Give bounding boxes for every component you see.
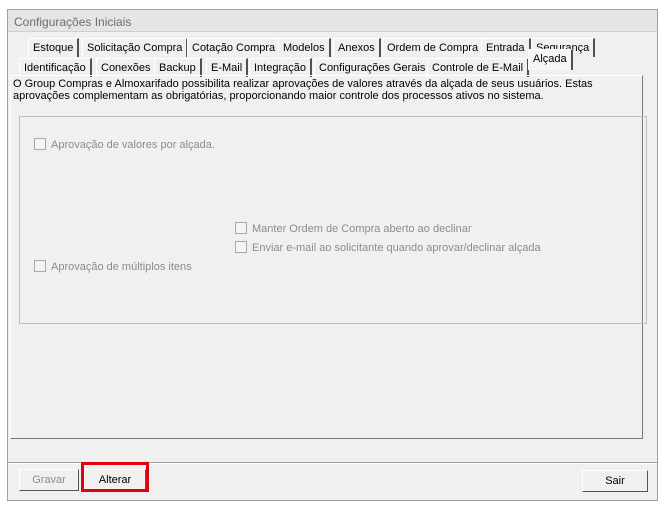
alterar-button[interactable]: Alterar — [84, 469, 146, 491]
checkbox-enviar-email[interactable]: Enviar e-mail ao solicitante quando apro… — [235, 241, 541, 254]
tab-estoque[interactable]: Estoque — [28, 38, 80, 57]
tab-entrada[interactable]: Entrada — [481, 38, 531, 57]
checkbox-label: Aprovação de valores por alçada. — [51, 139, 215, 151]
checkbox-box[interactable] — [34, 260, 46, 272]
checkbox-box[interactable] — [235, 241, 247, 253]
checkbox-label: Manter Ordem de Compra aberto ao declina… — [252, 223, 472, 235]
checkbox-aprovacao-multiplos[interactable]: Aprovação de múltiplos itens — [34, 260, 192, 273]
checkbox-manter-ordem-compra[interactable]: Manter Ordem de Compra aberto ao declina… — [235, 222, 472, 235]
checkbox-box[interactable] — [235, 222, 247, 234]
checkbox-label: Enviar e-mail ao solicitante quando apro… — [252, 242, 541, 254]
bottom-separator — [8, 462, 657, 464]
tab-ordem-de-compra[interactable]: Ordem de Compra — [382, 38, 485, 57]
tab-alcada[interactable]: Alçada — [528, 49, 573, 70]
tab-anexos[interactable]: Anexos — [333, 38, 381, 57]
alterar-button-label: Alterar — [98, 474, 132, 486]
description-text: O Group Compras e Almoxarifado possibili… — [13, 78, 593, 102]
checkbox-label: Aprovação de múltiplos itens — [51, 261, 192, 273]
gravar-button-label: Gravar — [32, 474, 66, 486]
checkbox-aprovacao-valores[interactable]: Aprovação de valores por alçada. — [34, 138, 215, 151]
title-bar: Configurações Iniciais — [8, 10, 657, 32]
gravar-button[interactable]: Gravar — [19, 469, 79, 491]
checkbox-box[interactable] — [34, 138, 46, 150]
tab-modelos[interactable]: Modelos — [278, 38, 331, 57]
sair-button[interactable]: Sair — [582, 470, 648, 492]
window-title: Configurações Iniciais — [14, 15, 132, 29]
tab-cotacao-compra[interactable]: Cotação Compra — [187, 38, 282, 57]
tab-solicitacao-compra[interactable]: Solicitação Compra — [82, 38, 189, 57]
sair-button-label: Sair — [605, 475, 625, 487]
